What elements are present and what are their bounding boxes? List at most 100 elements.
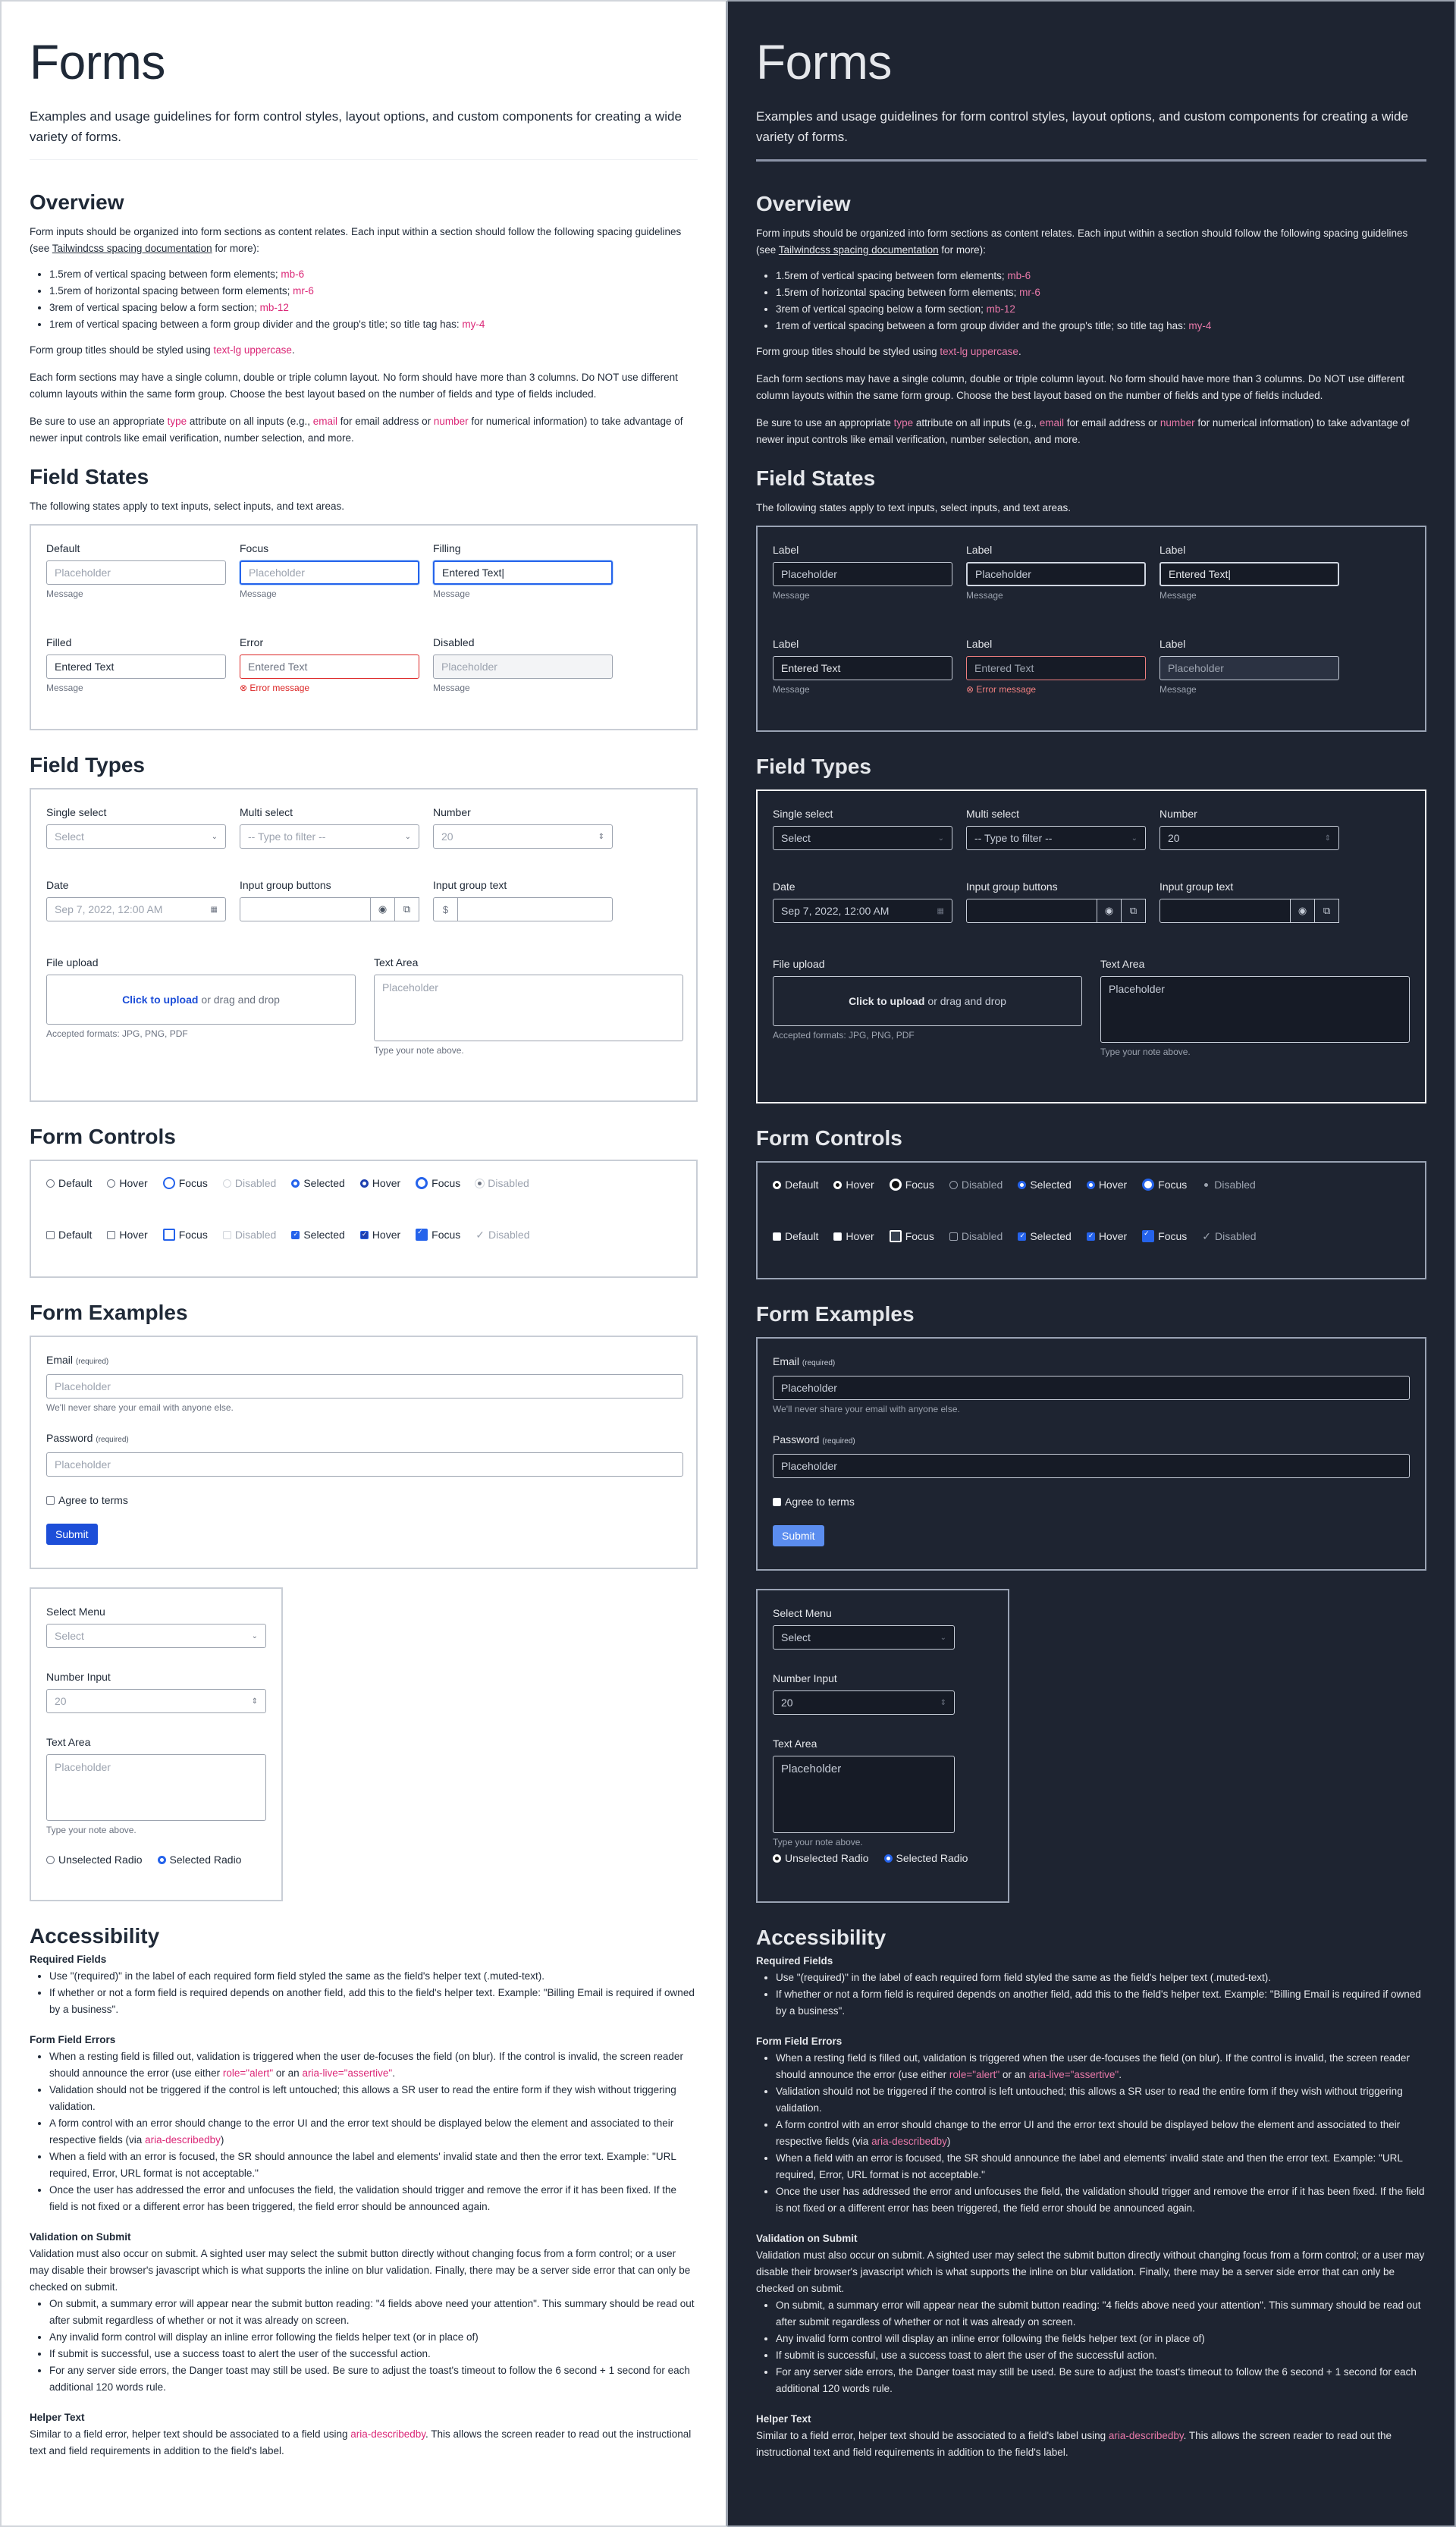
radio-focus[interactable]: Focus: [162, 1177, 208, 1189]
list-item: When a resting field is filled out, vali…: [49, 2048, 698, 2082]
subheading: Helper Text: [756, 2413, 811, 2425]
radio-disabled: Disabled: [222, 1177, 276, 1189]
checkbox-focus[interactable]: Focus: [162, 1229, 208, 1241]
date-input[interactable]: Sep 7, 2022, 12:00 AM ▦: [773, 899, 952, 923]
radio-selected[interactable]: Selected: [1018, 1179, 1072, 1191]
checkbox-selected[interactable]: Selected: [1018, 1230, 1072, 1242]
select-menu[interactable]: Select ⌄: [773, 1625, 955, 1650]
field-types-heading: Field Types: [30, 753, 145, 777]
focus-input[interactable]: Placeholder: [240, 560, 419, 585]
chevron-down-icon: ⌄: [1131, 833, 1138, 843]
agree-checkbox[interactable]: Agree to terms: [773, 1496, 855, 1508]
password-field[interactable]: Placeholder: [773, 1454, 1410, 1478]
date-input[interactable]: Sep 7, 2022, 12:00 AM ▦: [46, 897, 226, 921]
number-input[interactable]: 20 ⇕: [773, 1690, 955, 1715]
field-label: Default: [46, 542, 80, 554]
default-input[interactable]: Placeholder: [46, 560, 226, 585]
group-input[interactable]: [1159, 899, 1291, 923]
unselected-radio[interactable]: Unselected Radio: [46, 1854, 143, 1866]
email-field[interactable]: Placeholder: [46, 1374, 683, 1398]
email-help: We'll never share your email with anyone…: [46, 1402, 234, 1413]
disabled-input: Placeholder: [1159, 656, 1339, 680]
checkbox-selected-hover[interactable]: Hover: [1086, 1230, 1127, 1242]
titles-note: Form group titles should be styled using…: [30, 344, 295, 356]
text-area[interactable]: Placeholder: [1100, 976, 1410, 1043]
filled-input[interactable]: Entered Text: [46, 655, 226, 679]
unselected-radio[interactable]: Unselected Radio: [773, 1852, 869, 1864]
text-area[interactable]: Placeholder: [374, 975, 683, 1041]
select-menu-label: Select Menu: [46, 1606, 105, 1618]
field-label: Disabled: [433, 636, 475, 648]
group-input[interactable]: [966, 899, 1097, 923]
number-input[interactable]: 20 ⇕: [433, 824, 613, 849]
checkbox-selected-focus[interactable]: Focus: [1142, 1229, 1187, 1242]
eye-icon[interactable]: ◉: [1291, 899, 1315, 923]
default-input[interactable]: Placeholder: [773, 562, 952, 586]
selected-radio[interactable]: Selected Radio: [883, 1852, 968, 1864]
filled-input[interactable]: Entered Text: [773, 656, 952, 680]
filling-input[interactable]: Entered Text |: [433, 560, 613, 585]
multi-select[interactable]: -- Type to filter -- ⌄: [966, 826, 1146, 850]
email-label: Email (required): [46, 1354, 109, 1366]
radio-selected-hover[interactable]: Hover: [359, 1177, 400, 1189]
group-text-input[interactable]: [457, 897, 613, 921]
checkbox-selected-focus[interactable]: Focus: [416, 1228, 460, 1241]
list-item: 3rem of vertical spacing below a form se…: [49, 300, 698, 316]
field-states-heading: Field States: [756, 466, 876, 490]
group-input[interactable]: [240, 897, 371, 921]
single-select[interactable]: Select ⌄: [773, 826, 952, 850]
radio-default[interactable]: Default: [773, 1179, 818, 1191]
chevron-down-icon: ⌄: [211, 832, 218, 841]
error-input[interactable]: Entered Text: [966, 656, 1146, 680]
checkbox-hover[interactable]: Hover: [833, 1230, 874, 1242]
accessibility-section: Accessibility Required Fields Use "(requ…: [30, 1923, 698, 2460]
tailwind-docs-link[interactable]: Tailwindcss spacing documentation: [779, 244, 939, 256]
error-input[interactable]: Entered Text: [240, 655, 419, 679]
filling-input[interactable]: Entered Text |: [1159, 562, 1339, 586]
focus-input[interactable]: Placeholder: [966, 562, 1146, 586]
checkbox-default[interactable]: Default: [46, 1229, 92, 1241]
email-field[interactable]: Placeholder: [773, 1376, 1410, 1400]
radio-selected[interactable]: Selected: [291, 1177, 345, 1189]
text-area-help: Type your note above.: [46, 1825, 136, 1835]
eye-icon[interactable]: ◉: [371, 897, 395, 921]
selected-radio[interactable]: Selected Radio: [157, 1854, 241, 1866]
multi-select[interactable]: -- Type to filter -- ⌄: [240, 824, 419, 849]
checkbox-selected-hover[interactable]: Hover: [359, 1229, 400, 1241]
checkbox-default[interactable]: Default: [773, 1230, 818, 1242]
file-upload[interactable]: Click to upload or drag and drop: [46, 975, 356, 1025]
copy-icon[interactable]: ⧉: [1122, 899, 1146, 923]
copy-icon[interactable]: ⧉: [1315, 899, 1339, 923]
text-area[interactable]: Placeholder: [773, 1756, 955, 1833]
number-input[interactable]: 20 ⇕: [1159, 826, 1339, 850]
light-theme-panel: Forms Examples and usage guidelines for …: [0, 0, 728, 2527]
accessibility-section: Accessibility Required Fields Use "(requ…: [756, 1924, 1426, 2461]
radio-selected-hover[interactable]: Hover: [1086, 1179, 1127, 1191]
form-examples-heading: Form Examples: [30, 1301, 188, 1324]
checkbox-selected[interactable]: Selected: [291, 1229, 345, 1241]
calendar-icon: ▦: [210, 905, 218, 914]
number-input[interactable]: 20 ⇕: [46, 1689, 266, 1713]
radio-focus[interactable]: Focus: [889, 1179, 934, 1191]
select-menu[interactable]: Select ⌄: [46, 1624, 266, 1648]
checkbox-focus[interactable]: Focus: [889, 1230, 934, 1242]
eye-icon[interactable]: ◉: [1097, 899, 1122, 923]
radio-default[interactable]: Default: [46, 1177, 92, 1189]
field-states-panel: Default Placeholder Message Focus Placehold…: [30, 524, 698, 730]
radio-hover[interactable]: Hover: [107, 1177, 148, 1189]
submit-button[interactable]: Submit: [46, 1524, 98, 1545]
tailwind-docs-link[interactable]: Tailwindcss spacing documentation: [52, 243, 212, 254]
radio-selected-focus[interactable]: Focus: [1142, 1179, 1187, 1191]
submit-button[interactable]: Submit: [773, 1525, 824, 1546]
agree-checkbox[interactable]: Agree to terms: [46, 1494, 128, 1506]
field-message: Message: [773, 590, 810, 601]
checkbox-hover[interactable]: Hover: [107, 1229, 148, 1241]
password-field[interactable]: Placeholder: [46, 1452, 683, 1477]
text-area[interactable]: Placeholder: [46, 1754, 266, 1821]
file-upload[interactable]: Click to upload or drag and drop: [773, 976, 1082, 1026]
single-select[interactable]: Select ⌄: [46, 824, 226, 849]
copy-icon[interactable]: ⧉: [395, 897, 419, 921]
radio-selected-focus[interactable]: Focus: [416, 1177, 460, 1189]
radio-hover[interactable]: Hover: [833, 1179, 874, 1191]
field-message: Message: [773, 684, 810, 695]
